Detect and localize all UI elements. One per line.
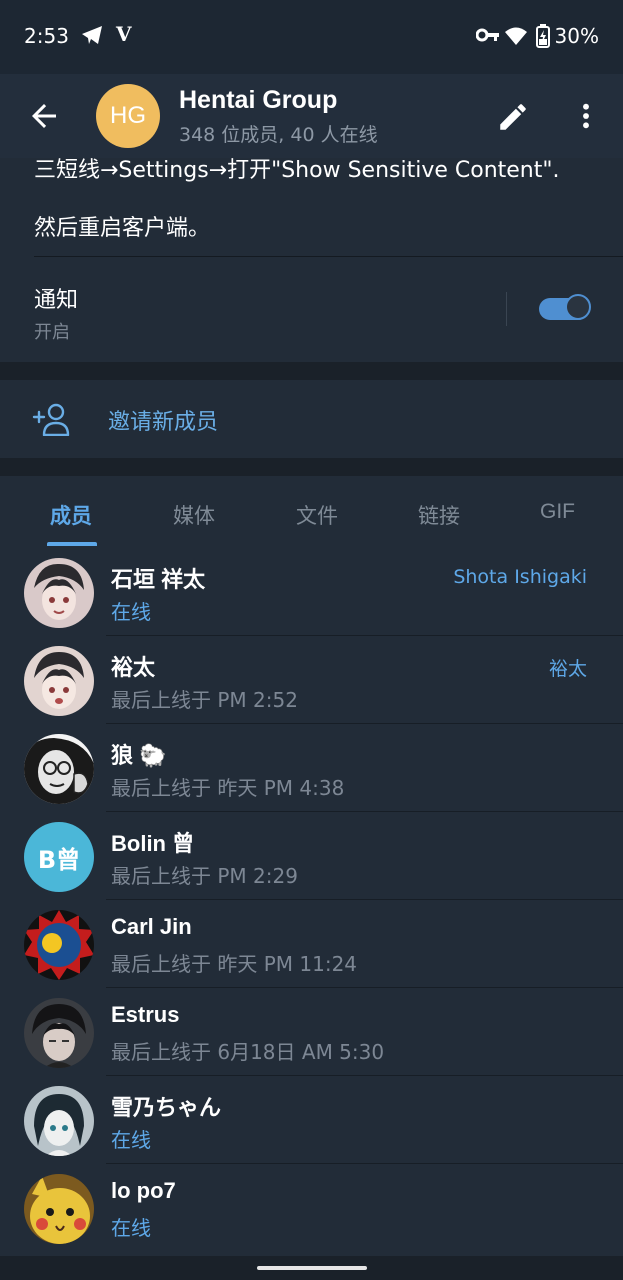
- member-list: 石垣 祥太 在线 Shota Ishigaki 裕太 最后上线于 PM 2:52…: [0, 548, 623, 1256]
- invite-members-row[interactable]: 邀请新成员: [0, 380, 623, 458]
- group-avatar[interactable]: HG: [96, 84, 160, 148]
- chat-header: HG Hentai Group 348 位成员, 40 人在线: [0, 74, 623, 158]
- avatar: [24, 558, 94, 628]
- toggle-knob: [565, 294, 591, 320]
- group-title: Hentai Group: [179, 86, 338, 114]
- avatar: [24, 734, 94, 804]
- avatar: [24, 910, 94, 980]
- member-status: 最后上线于 6月18日 AM 5:30: [111, 1040, 385, 1064]
- member-row[interactable]: 狼 🐑 最后上线于 昨天 PM 4:38: [0, 724, 623, 812]
- tab-files[interactable]: 文件: [296, 500, 338, 530]
- member-title: Shota Ishigaki: [453, 566, 587, 588]
- pikachu-avatar-icon: [24, 1174, 94, 1244]
- member-row[interactable]: lo po7 在线: [0, 1164, 623, 1252]
- group-description-line-2: 然后重启客户端。: [34, 216, 211, 241]
- wifi-icon: [505, 27, 527, 45]
- tab-gif[interactable]: GIF: [540, 500, 575, 524]
- member-name: Estrus: [111, 1002, 180, 1027]
- add-user-icon: [32, 403, 70, 436]
- member-status: 在线: [111, 1216, 151, 1240]
- member-name: lo po7: [111, 1178, 176, 1203]
- member-name: Bolin 曾: [111, 831, 195, 856]
- tab-indicator: [47, 542, 97, 546]
- member-status: 最后上线于 昨天 PM 4:38: [111, 776, 345, 800]
- group-info-section: 三短线→Settings→打开"Show Sensitive Content".…: [0, 158, 623, 362]
- notifications-toggle[interactable]: [539, 294, 591, 320]
- avatar: [24, 1174, 94, 1244]
- notifications-status: 开启: [34, 322, 70, 343]
- gesture-navigation-bar: [0, 1256, 623, 1280]
- avatar: [24, 646, 94, 716]
- home-handle[interactable]: [257, 1266, 367, 1270]
- battery-percent: 30%: [554, 24, 599, 48]
- member-status: 最后上线于 PM 2:52: [111, 688, 298, 712]
- member-name: 裕太: [111, 655, 156, 680]
- member-name: 狼 🐑: [111, 743, 167, 768]
- vertical-divider: [506, 292, 507, 326]
- member-row[interactable]: Estrus 最后上线于 6月18日 AM 5:30: [0, 988, 623, 1076]
- member-row[interactable]: 雪乃ちゃん 在线: [0, 1076, 623, 1164]
- edit-pencil-icon[interactable]: [496, 100, 530, 134]
- member-name: 雪乃ちゃん: [111, 1095, 222, 1120]
- sun-emblem-avatar-icon: [24, 910, 94, 980]
- group-member-count: 348 位成员, 40 人在线: [179, 124, 378, 146]
- member-status: 最后上线于 PM 2:29: [111, 864, 298, 888]
- anime-avatar-icon: [24, 646, 94, 716]
- member-row[interactable]: Carl Jin 最后上线于 昨天 PM 11:24: [0, 900, 623, 988]
- tab-media[interactable]: 媒体: [173, 500, 215, 530]
- notifications-label: 通知: [34, 288, 79, 313]
- member-name: 石垣 祥太: [111, 567, 206, 592]
- tab-links[interactable]: 链接: [418, 500, 460, 530]
- anime-avatar-icon: [24, 558, 94, 628]
- status-bar: 2:53 V 30%: [0, 0, 623, 74]
- invite-members-label: 邀请新成员: [108, 410, 219, 435]
- vpn-key-icon: [476, 28, 499, 42]
- more-vert-icon[interactable]: [570, 100, 602, 132]
- telegram-icon: [82, 26, 102, 44]
- avatar-initials: B曾: [24, 822, 94, 892]
- dark-anime-avatar-icon: [24, 998, 94, 1068]
- status-time: 2:53: [24, 24, 69, 48]
- member-row[interactable]: 裕太 最后上线于 PM 2:52 裕太: [0, 636, 623, 724]
- member-status: 最后上线于 昨天 PM 11:24: [111, 952, 358, 976]
- member-status: 在线: [111, 600, 151, 624]
- tab-members[interactable]: 成员: [50, 500, 92, 530]
- avatar: [24, 1086, 94, 1156]
- member-row[interactable]: 石垣 祥太 在线 Shota Ishigaki: [0, 548, 623, 636]
- shared-media-tabs: 成员 媒体 文件 链接 GIF: [0, 476, 623, 549]
- avatar: [24, 998, 94, 1068]
- member-title: 裕太: [548, 658, 587, 680]
- back-arrow-icon[interactable]: [26, 98, 62, 134]
- member-status: 在线: [111, 1128, 151, 1152]
- anime-girl-avatar-icon: [24, 1086, 94, 1156]
- battery-icon: [536, 24, 550, 48]
- app-notification-icon: V: [116, 22, 132, 46]
- member-row[interactable]: B曾 Bolin 曾 最后上线于 PM 2:29: [0, 812, 623, 900]
- member-name: Carl Jin: [111, 914, 192, 939]
- bw-face-avatar-icon: [24, 734, 94, 804]
- divider: [34, 256, 623, 257]
